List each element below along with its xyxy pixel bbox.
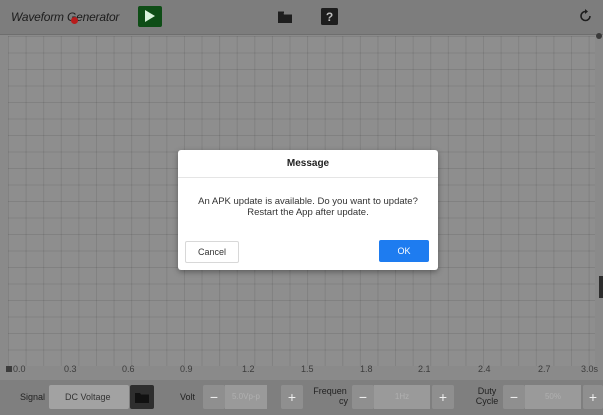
axis-marker-icon (6, 366, 12, 372)
frequency-label-line2: cy (339, 396, 348, 406)
volt-increment-button[interactable]: + (281, 385, 303, 409)
dialog-message-line2: Restart the App after update. (247, 207, 369, 218)
axis-tick: 2.1 (418, 364, 431, 374)
dialog-title: Message (178, 150, 438, 178)
axis-tick: 0.6 (122, 364, 135, 374)
signal-value: DC Voltage (65, 392, 111, 402)
refresh-icon[interactable] (579, 9, 592, 23)
help-icon[interactable]: ? (321, 8, 338, 25)
volt-label: Volt (180, 392, 196, 402)
notification-dot-icon (71, 17, 78, 24)
dialog-message: An APK update is available. Do you want … (184, 196, 432, 218)
volt-decrement-button[interactable]: − (203, 385, 225, 409)
frequency-value: 1Hz (374, 385, 430, 409)
axis-tick: 3.0s (581, 364, 599, 374)
axis-tick: 2.7 (538, 364, 551, 374)
play-button[interactable] (138, 6, 162, 27)
update-dialog: Message An APK update is available. Do y… (178, 150, 438, 270)
cancel-button[interactable]: Cancel (185, 241, 239, 263)
frequency-label-line1: Frequen (313, 386, 347, 396)
axis-tick: 2.4 (478, 364, 491, 374)
duty-cycle-value: 50% (525, 385, 581, 409)
axis-tick: 1.2 (242, 364, 255, 374)
frequency-decrement-button[interactable]: − (352, 385, 374, 409)
axis-tick: 0.0 (13, 364, 26, 374)
time-axis: 0.0 0.3 0.6 0.9 1.2 1.5 1.8 2.1 2.4 2.7 … (0, 362, 603, 376)
axis-tick: 0.9 (180, 364, 193, 374)
signal-label: Signal (20, 392, 46, 402)
app-title: Waveform Generator (11, 10, 120, 24)
signal-select[interactable]: DC Voltage (49, 385, 129, 409)
play-icon (145, 10, 155, 22)
frequency-increment-button[interactable]: + (432, 385, 454, 409)
frequency-label: Frequen cy (312, 386, 348, 406)
svg-text:?: ? (326, 10, 333, 24)
axis-tick: 1.8 (360, 364, 373, 374)
ok-button[interactable]: OK (379, 240, 429, 262)
toolbar: Waveform Generator ? (0, 0, 603, 35)
folder-icon (135, 393, 149, 403)
signal-folder-button[interactable] (130, 385, 154, 409)
duty-cycle-increment-button[interactable]: + (583, 385, 603, 409)
axis-tick: 0.3 (64, 364, 77, 374)
scroll-handle[interactable] (599, 276, 603, 298)
duty-cycle-decrement-button[interactable]: − (503, 385, 525, 409)
duty-cycle-label-line2: Cycle (475, 396, 499, 406)
duty-cycle-label-line1: Duty (477, 386, 497, 396)
volt-value: 5.0Vp-p (225, 385, 267, 409)
plot-dot-indicator (596, 33, 602, 39)
control-bar: Signal DC Voltage Volt − 5.0Vp-p + Frequ… (0, 380, 603, 415)
dialog-message-line1: An APK update is available. Do you want … (198, 196, 418, 207)
axis-tick: 1.5 (301, 364, 314, 374)
folder-icon[interactable] (278, 11, 292, 23)
duty-cycle-label: Duty Cycle (474, 386, 500, 406)
